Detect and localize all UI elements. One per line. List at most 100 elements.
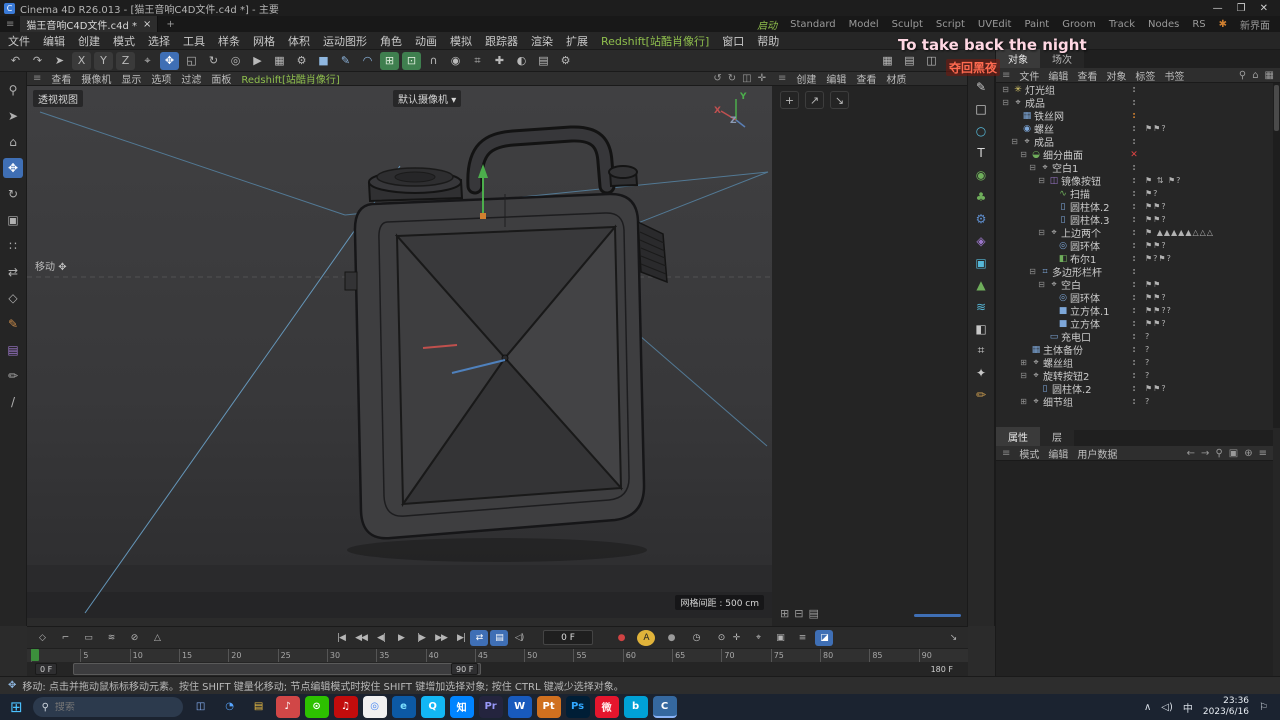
tab-layers[interactable]: 层 bbox=[1040, 427, 1074, 446]
viewport-menu-item[interactable]: 查看 bbox=[51, 71, 71, 86]
loop-toggle[interactable]: ⇄ bbox=[470, 630, 488, 646]
tree-row[interactable]: ⊟ ◒ 细分曲面 ✕ bbox=[996, 148, 1273, 163]
menu-item[interactable]: 跟踪器 bbox=[485, 33, 518, 49]
visibility-dots[interactable]: : bbox=[1123, 384, 1145, 394]
material-scrollbar[interactable] bbox=[914, 614, 961, 617]
last-tool-icon[interactable]: ◎ bbox=[226, 52, 245, 70]
object-label[interactable]: 细节组 bbox=[1043, 394, 1123, 409]
object-menu-item[interactable]: 书签 bbox=[1164, 68, 1184, 83]
solo-icon[interactable]: ✏ bbox=[3, 366, 23, 386]
visibility-dots[interactable]: : bbox=[1123, 189, 1145, 199]
record-scale-button[interactable]: ⌖ bbox=[749, 630, 767, 646]
layout-item[interactable]: Nodes bbox=[1148, 19, 1179, 30]
add-spline-icon[interactable]: ✎ bbox=[336, 52, 355, 70]
bilibili-icon[interactable]: b bbox=[623, 696, 648, 718]
scale-tool-icon[interactable]: ◱ bbox=[182, 52, 201, 70]
tree-row[interactable]: ⊟ ⌗ 多边形栏杆 : bbox=[996, 265, 1273, 280]
material-menu-item[interactable]: 材质 bbox=[886, 71, 906, 86]
next-key-button[interactable]: ▶▶ bbox=[432, 630, 450, 646]
viewport-menu-item[interactable]: 面板 bbox=[211, 71, 231, 86]
marker-icon[interactable]: ⌐ bbox=[56, 630, 74, 646]
shelf-icon[interactable]: ⌗ bbox=[971, 341, 991, 360]
keyframe-icon[interactable]: ◇ bbox=[33, 630, 51, 646]
ruler-tick[interactable]: 30 bbox=[326, 649, 376, 662]
music-app-icon[interactable]: ♪ bbox=[275, 696, 300, 718]
visibility-dots[interactable]: : bbox=[1123, 280, 1145, 290]
material-tool-icon[interactable]: ↘ bbox=[830, 91, 849, 109]
ruler-tick[interactable]: 70 bbox=[721, 649, 770, 662]
layout-startup[interactable]: 启动 bbox=[757, 17, 777, 32]
region-icon[interactable]: ▭ bbox=[79, 630, 97, 646]
visibility-dots[interactable]: : bbox=[1123, 176, 1145, 186]
tree-row[interactable]: ▦ 主体备份 : ? bbox=[996, 343, 1273, 358]
object-tags[interactable]: ⚑⚑ bbox=[1145, 280, 1273, 289]
tree-row[interactable]: ⊟ ⌖ 成品 : bbox=[996, 135, 1273, 150]
layout-item[interactable]: Standard bbox=[790, 19, 836, 30]
redo-icon[interactable]: ↷ bbox=[28, 52, 47, 70]
shelf-icon[interactable]: □ bbox=[971, 99, 991, 118]
record-button[interactable]: ● bbox=[612, 630, 630, 646]
coord-system-icon[interactable]: ⌖ bbox=[138, 52, 157, 70]
ruler-tick[interactable]: 15 bbox=[178, 649, 228, 662]
material-menu-item[interactable]: 查看 bbox=[856, 71, 876, 86]
task-view-icon[interactable]: ◫ bbox=[189, 696, 213, 718]
attribute-menu-item[interactable]: 编辑 bbox=[1048, 446, 1068, 461]
live-selection-icon[interactable]: ➤ bbox=[50, 52, 69, 70]
attribute-nav-icon[interactable]: ≡ bbox=[1259, 448, 1267, 459]
volume-icon[interactable]: ◁) bbox=[1161, 702, 1173, 713]
tree-row[interactable]: ◎ 圆环体 : ⚑⚑? bbox=[996, 239, 1273, 254]
netease-music-icon[interactable]: ♫ bbox=[333, 696, 358, 718]
tree-row[interactable]: ⊞ ⌖ 螺丝组 : ? bbox=[996, 356, 1273, 371]
visibility-dots[interactable]: ✕ bbox=[1123, 150, 1145, 160]
widgets-icon[interactable]: ◔ bbox=[218, 696, 242, 718]
object-menu-icon[interactable]: ≡ bbox=[1002, 70, 1010, 81]
visibility-dots[interactable]: : bbox=[1123, 215, 1145, 225]
expander-icon[interactable]: ⊟ bbox=[1000, 98, 1011, 107]
object-tags[interactable]: ? bbox=[1145, 332, 1273, 341]
preview-range-bar[interactable]: 0 F 90 F 180 F bbox=[27, 662, 968, 676]
viewport-view-icon[interactable]: ↻ bbox=[728, 73, 736, 84]
visibility-dots[interactable]: : bbox=[1123, 98, 1145, 108]
expander-icon[interactable]: ⊟ bbox=[1018, 150, 1029, 159]
snap-grid-icon[interactable]: ⊞ bbox=[380, 51, 399, 70]
menu-item[interactable]: Redshift[站酷肖像行] bbox=[601, 33, 709, 49]
new-tab-button[interactable]: + bbox=[158, 19, 182, 30]
object-tags[interactable]: ⚑? bbox=[1145, 189, 1273, 198]
visibility-dots[interactable]: : bbox=[1123, 124, 1145, 134]
expander-icon[interactable]: ⊞ bbox=[1018, 397, 1029, 406]
menu-item[interactable]: 工具 bbox=[183, 33, 205, 49]
camera-label[interactable]: 默认摄像机 ▾ bbox=[393, 90, 462, 107]
menu-item[interactable]: 体积 bbox=[288, 33, 310, 49]
shelf-icon[interactable]: ✎ bbox=[971, 77, 991, 96]
layout-item[interactable]: Paint bbox=[1024, 19, 1049, 30]
menu-item[interactable]: 渲染 bbox=[531, 33, 553, 49]
record-pla-button[interactable]: ◪ bbox=[815, 630, 833, 646]
windows-start-button[interactable]: ⊞ bbox=[6, 698, 27, 716]
range-toggle[interactable]: ▤ bbox=[490, 630, 508, 646]
material-view-icon[interactable]: ▤ bbox=[808, 607, 818, 620]
menu-item[interactable]: 角色 bbox=[380, 33, 402, 49]
search-input[interactable] bbox=[54, 701, 155, 713]
ruler-tick[interactable]: 10 bbox=[129, 649, 179, 662]
chrome-icon[interactable]: ◎ bbox=[362, 696, 387, 718]
object-tags[interactable]: ⚑?⚑? bbox=[1145, 254, 1273, 263]
shelf-icon[interactable]: ✦ bbox=[971, 363, 991, 382]
object-tags[interactable]: ? bbox=[1145, 345, 1273, 354]
menu-item[interactable]: 帮助 bbox=[757, 33, 779, 49]
object-tags[interactable]: ⚑⚑? bbox=[1145, 293, 1273, 302]
tree-row[interactable]: ▯ 圆柱体.2 : ⚑⚑? bbox=[996, 382, 1273, 397]
current-frame-field[interactable]: 0 F bbox=[543, 630, 593, 645]
qq-icon[interactable]: Q bbox=[420, 696, 445, 718]
attribute-nav-icon[interactable]: ⊕ bbox=[1244, 448, 1252, 459]
object-tags[interactable]: ? bbox=[1145, 371, 1273, 380]
expander-icon[interactable]: ⊟ bbox=[1009, 137, 1020, 146]
material-menu-item[interactable]: 编辑 bbox=[826, 71, 846, 86]
layout-item[interactable]: RS bbox=[1192, 19, 1205, 30]
shelf-icon[interactable]: ▣ bbox=[971, 253, 991, 272]
ruler-tick[interactable]: 55 bbox=[573, 649, 622, 662]
taskbar-search[interactable]: ⚲ bbox=[32, 697, 183, 717]
lock-z-button[interactable]: Z bbox=[116, 51, 135, 70]
object-menu-item[interactable]: 编辑 bbox=[1048, 68, 1068, 83]
shelf-icon[interactable]: ♣ bbox=[971, 187, 991, 206]
menu-item[interactable]: 编辑 bbox=[43, 33, 65, 49]
